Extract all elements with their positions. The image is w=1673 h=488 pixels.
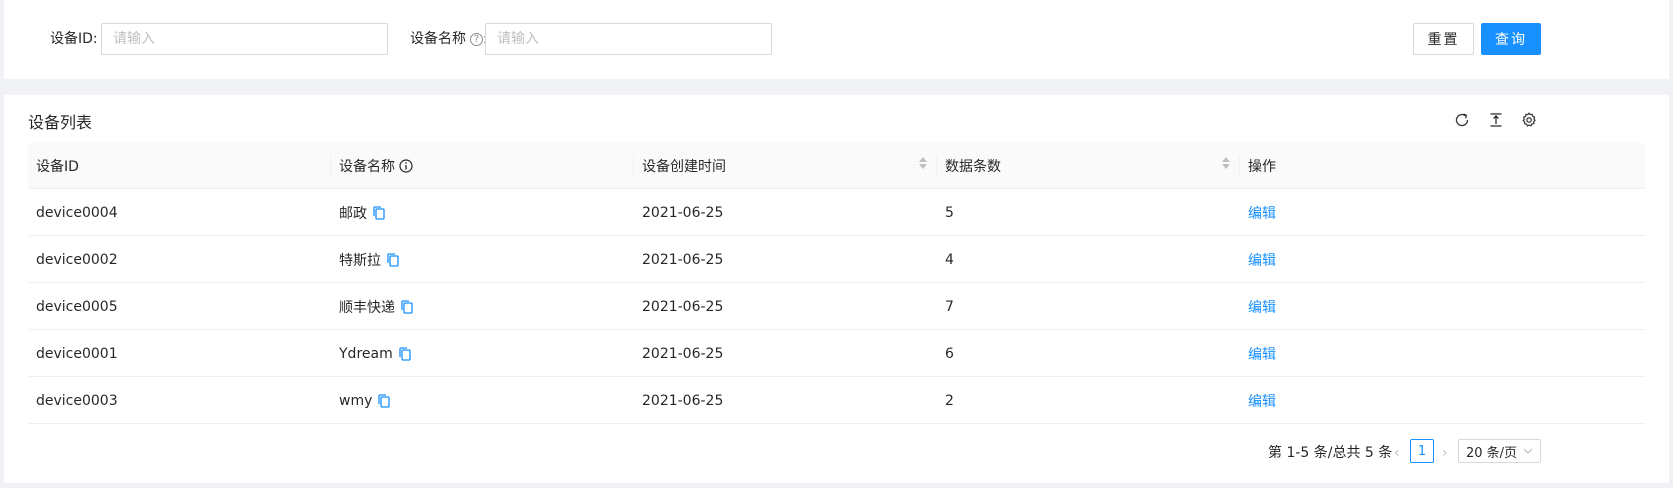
- cell-data-count: 5: [945, 204, 954, 221]
- copy-icon[interactable]: [373, 205, 385, 220]
- table-row: device0001 Ydream 2021-06-25 6 编辑: [28, 330, 1645, 377]
- device-name-text: 邮政: [339, 205, 367, 222]
- cell-data-count: 2: [945, 392, 954, 409]
- table-header: 设备ID 设备名称 设备创建时间 数据条数 操作: [28, 143, 1645, 189]
- device-name-text: wmy: [339, 392, 373, 409]
- column-height-icon[interactable]: [1485, 109, 1507, 131]
- cell-device-id: device0005: [36, 298, 118, 315]
- cell-device-name: wmy: [331, 377, 391, 424]
- cell-created-time: 2021-06-25: [642, 392, 724, 409]
- column-header-device-name: 设备名称: [331, 143, 413, 189]
- column-header-created-time-label: 设备创建时间: [642, 159, 726, 175]
- cell-action: 编辑: [1240, 377, 1276, 424]
- table-title: 设备列表: [28, 113, 93, 132]
- cell-action: 编辑: [1240, 236, 1276, 283]
- cell-data-count: 6: [945, 345, 954, 362]
- cell-device-name: 特斯拉: [331, 236, 399, 283]
- cell-created-time: 2021-06-25: [642, 251, 724, 268]
- table-row: device0002 特斯拉 2021-06-25 4 编辑: [28, 236, 1645, 283]
- cell-data-count: 7: [945, 298, 954, 315]
- cell-device-name: 顺丰快递: [331, 283, 413, 330]
- edit-link[interactable]: 编辑: [1248, 391, 1276, 411]
- table-row: device0005 顺丰快递 2021-06-25 7 编辑: [28, 283, 1645, 330]
- cell-device-name: 邮政: [331, 189, 385, 236]
- cell-device-id: device0003: [36, 392, 118, 409]
- device-id-label: 设备ID:: [50, 31, 98, 47]
- question-circle-icon[interactable]: ?: [470, 33, 483, 46]
- chevron-down-icon: [1523, 448, 1533, 454]
- page-size-select[interactable]: 20 条/页: [1458, 439, 1541, 463]
- column-header-data-count-label: 数据条数: [945, 159, 1001, 175]
- pagination-prev-icon[interactable]: ‹: [1394, 445, 1400, 461]
- cell-device-id: device0002: [36, 251, 118, 268]
- setting-icon[interactable]: [1518, 109, 1540, 131]
- cell-data-count: 4: [945, 251, 954, 268]
- edit-link[interactable]: 编辑: [1248, 344, 1276, 364]
- device-name-label: 设备名称?:: [410, 28, 488, 48]
- column-header-data-count[interactable]: 数据条数: [937, 143, 1240, 189]
- reset-button[interactable]: 重置: [1413, 23, 1474, 55]
- column-header-device-id: 设备ID: [36, 159, 79, 175]
- device-name-label-text: 设备名称: [410, 31, 466, 47]
- copy-icon[interactable]: [401, 299, 413, 314]
- device-name-input[interactable]: [485, 23, 772, 55]
- table-row: device0003 wmy 2021-06-25 2 编辑: [28, 377, 1645, 424]
- cell-created-time: 2021-06-25: [642, 298, 724, 315]
- copy-icon[interactable]: [378, 393, 391, 408]
- device-name-text: 特斯拉: [339, 252, 381, 269]
- edit-link[interactable]: 编辑: [1248, 203, 1276, 223]
- table-row: device0004 邮政 2021-06-25 5 编辑: [28, 189, 1645, 236]
- page-size-value: 20 条/页: [1466, 445, 1518, 461]
- cell-action: 编辑: [1240, 283, 1276, 330]
- sort-caret-icon[interactable]: [919, 157, 927, 169]
- cell-action: 编辑: [1240, 189, 1276, 236]
- cell-created-time: 2021-06-25: [642, 204, 724, 221]
- cell-device-name: Ydream: [331, 330, 411, 377]
- edit-link[interactable]: 编辑: [1248, 297, 1276, 317]
- device-name-text: 顺丰快递: [339, 299, 395, 316]
- cell-created-time: 2021-06-25: [642, 345, 724, 362]
- column-header-device-name-label: 设备名称: [339, 159, 395, 175]
- query-button[interactable]: 查询: [1481, 23, 1541, 55]
- device-id-input[interactable]: [101, 23, 388, 55]
- cell-device-id: device0001: [36, 345, 118, 362]
- sort-caret-icon[interactable]: [1222, 157, 1230, 169]
- copy-icon[interactable]: [399, 346, 411, 361]
- cell-action: 编辑: [1240, 330, 1276, 377]
- copy-icon[interactable]: [387, 252, 399, 267]
- reload-icon[interactable]: [1451, 109, 1473, 131]
- pagination-page-1[interactable]: 1: [1410, 439, 1434, 463]
- search-panel: 设备ID: 设备名称?: 重置 查询: [4, 0, 1669, 79]
- info-circle-icon[interactable]: [399, 159, 413, 173]
- pagination-next-icon[interactable]: ›: [1442, 445, 1448, 461]
- column-header-created-time[interactable]: 设备创建时间: [634, 143, 937, 189]
- table-panel: 设备列表 设备ID 设备名称 设备创建时间 数据条数 操作 device0004…: [4, 95, 1669, 483]
- pagination-total: 第 1-5 条/总共 5 条: [1268, 445, 1393, 461]
- edit-link[interactable]: 编辑: [1248, 250, 1276, 270]
- cell-device-id: device0004: [36, 204, 118, 221]
- device-name-text: Ydream: [339, 345, 393, 362]
- column-header-action: 操作: [1248, 159, 1276, 175]
